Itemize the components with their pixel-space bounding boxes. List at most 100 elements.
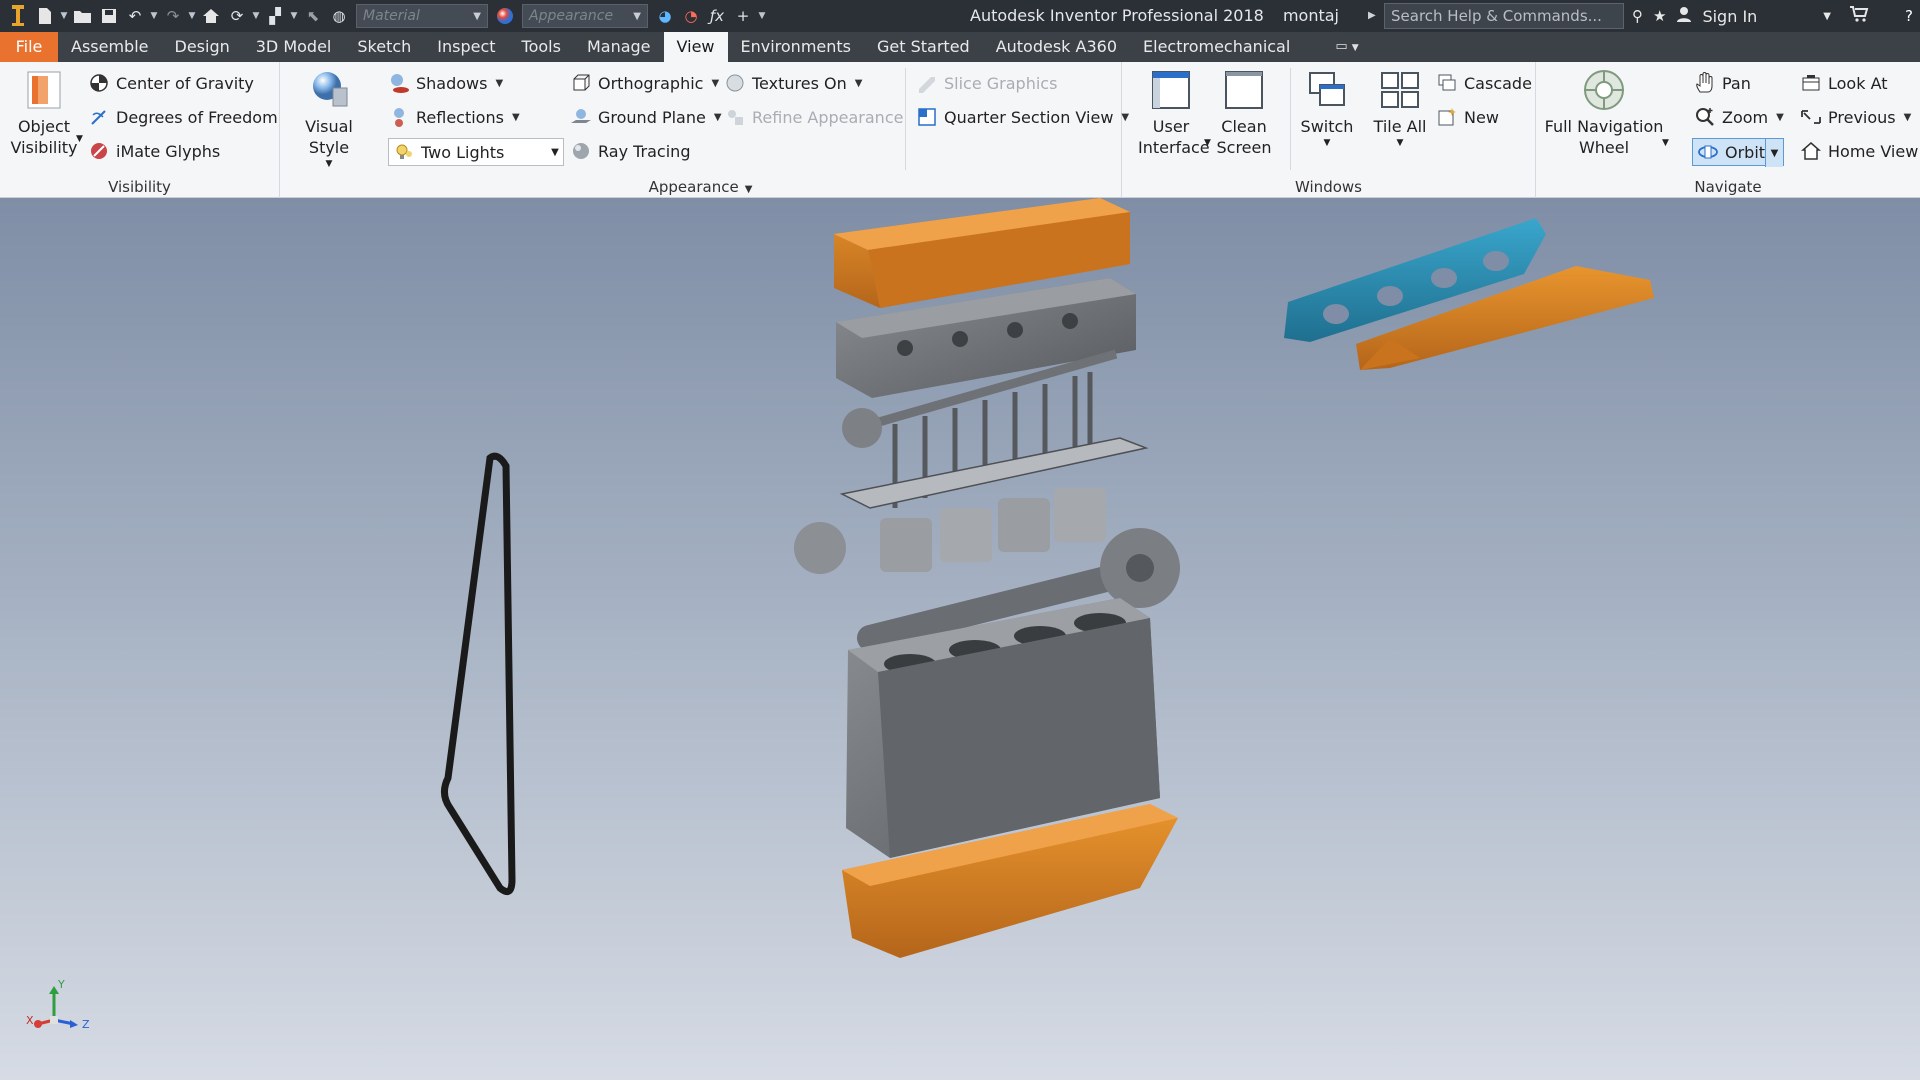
chevron-down-icon[interactable]: ▼ (58, 11, 70, 21)
quarter-section-view-label: Quarter Section View (944, 107, 1114, 127)
chevron-down-icon[interactable]: ▼ (1204, 138, 1211, 148)
graphics-viewport[interactable]: X Y Z (0, 198, 1920, 1080)
reflections-button[interactable]: Reflections ▼ (388, 102, 520, 132)
lighting-style-select[interactable]: Two Lights ▼ (388, 138, 564, 166)
tab-sketch[interactable]: Sketch (344, 32, 424, 62)
tile-all-button[interactable]: Tile All ▼ (1368, 68, 1432, 149)
previous-view-label: Previous (1828, 107, 1896, 127)
full-navigation-wheel-label-2: Wheel (1578, 138, 1630, 157)
tab-design[interactable]: Design (162, 32, 243, 62)
panel-visibility: Object Visibility ▼ Center of Gravity De… (0, 62, 280, 198)
chevron-down-icon[interactable]: ▼ (1823, 11, 1831, 22)
ground-plane-button[interactable]: Ground Plane ▼ (570, 102, 722, 132)
pan-button[interactable]: Pan (1694, 68, 1751, 98)
user-interface-button[interactable]: User Interface (1138, 68, 1210, 158)
save-icon[interactable] (96, 3, 122, 29)
switch-button[interactable]: Switch ▼ (1294, 68, 1360, 149)
update-icon[interactable]: ⟳ (224, 3, 250, 29)
star-icon[interactable]: ★ (1653, 7, 1666, 25)
chevron-down-icon[interactable]: ▼ (1765, 139, 1783, 167)
panel-label-appearance[interactable]: Appearance ▼ (280, 178, 1121, 196)
zoom-button[interactable]: Zoom ▼ (1694, 102, 1784, 132)
tab-electromechanical[interactable]: Electromechanical (1130, 32, 1303, 62)
appearance-sphere-icon[interactable] (492, 3, 518, 29)
imate-glyphs-button[interactable]: iMate Glyphs (88, 136, 220, 166)
parameters-fx-icon[interactable]: ƒx (704, 3, 730, 29)
chevron-down-icon[interactable]: ▼ (76, 134, 83, 144)
quarter-section-view-button[interactable]: Quarter Section View ▼ (916, 102, 1129, 132)
slice-graphics-button[interactable]: Slice Graphics (916, 68, 1057, 98)
chevron-right-icon[interactable]: ▶ (1368, 0, 1376, 32)
refine-appearance-button[interactable]: Refine Appearance (724, 102, 903, 132)
cascade-label: Cascade (1464, 73, 1532, 93)
adjust-appearance-icon[interactable]: ◕ (652, 3, 678, 29)
orthographic-button[interactable]: Orthographic ▼ (570, 68, 719, 98)
full-navigation-wheel-button[interactable]: Full Navigation Wheel (1542, 68, 1666, 158)
orbit-button[interactable]: Orbit ▼ (1692, 138, 1784, 167)
textures-icon (724, 72, 746, 94)
binoculars-icon[interactable]: ⚲ (1632, 7, 1643, 25)
previous-view-button[interactable]: Previous ▼ (1800, 102, 1911, 132)
chevron-down-icon[interactable]: ▼ (250, 11, 262, 21)
redo-icon[interactable]: ↷ (160, 3, 186, 29)
tab-get-started[interactable]: Get Started (864, 32, 983, 62)
chevron-down-icon[interactable]: ▼ (148, 11, 160, 21)
title-bar: ▼ ↶ ▼ ↷ ▼ ⟳ ▼ ▞ ▼ ⬉ ◍ Material ▼ Appeara… (0, 0, 1920, 32)
chevron-down-icon[interactable]: ▼ (1662, 138, 1669, 148)
tab-file[interactable]: File (0, 32, 58, 62)
tab-environments[interactable]: Environments (728, 32, 865, 62)
orbit-icon (1697, 141, 1719, 163)
object-visibility-button[interactable]: Object Visibility (8, 68, 80, 158)
view-triad[interactable]: X Y Z (24, 978, 104, 1038)
material-select[interactable]: Material ▼ (356, 4, 488, 28)
textures-on-button[interactable]: Textures On ▼ (724, 68, 862, 98)
help-icon[interactable]: ? (1905, 7, 1913, 25)
orthographic-icon (570, 72, 592, 94)
look-at-button[interactable]: Look At (1800, 68, 1888, 98)
home-icon[interactable] (198, 3, 224, 29)
new-file-icon[interactable] (32, 3, 58, 29)
user-icon[interactable] (1676, 6, 1692, 26)
home-view-button[interactable]: Home View (1800, 136, 1918, 166)
cart-icon[interactable] (1849, 5, 1869, 27)
slice-graphics-icon (916, 72, 938, 94)
center-of-gravity-button[interactable]: Center of Gravity (88, 68, 254, 98)
clear-appearance-icon[interactable]: ◔ (678, 3, 704, 29)
chevron-down-icon[interactable]: ▼ (288, 11, 300, 21)
search-input[interactable]: Search Help & Commands... (1384, 3, 1624, 29)
chevron-down-icon: ▼ (713, 111, 722, 123)
globe-icon[interactable]: ◍ (326, 3, 352, 29)
sign-in-link[interactable]: Sign In (1702, 7, 1757, 26)
cascade-button[interactable]: Cascade (1436, 68, 1532, 98)
orbit-label: Orbit (1725, 142, 1766, 162)
clean-screen-label-1: Clean (1221, 117, 1267, 136)
tile-all-icon (1378, 68, 1422, 112)
undo-icon[interactable]: ↶ (122, 3, 148, 29)
drive-belt[interactable] (441, 452, 516, 896)
ribbon-display-toggle[interactable]: ▭ ▼ (1327, 32, 1366, 62)
open-folder-icon[interactable] (70, 3, 96, 29)
plus-icon[interactable]: + (730, 3, 756, 29)
chevron-down-icon: ▼ (495, 77, 504, 89)
tab-tools[interactable]: Tools (509, 32, 574, 62)
clean-screen-button[interactable]: Clean Screen (1212, 68, 1276, 158)
inventor-logo-icon[interactable] (4, 3, 32, 29)
triad-x-label: X (26, 1014, 34, 1027)
new-window-button[interactable]: New (1436, 102, 1499, 132)
chevron-down-icon[interactable]: ▼ (756, 11, 768, 21)
chevron-down-icon[interactable]: ▼ (186, 11, 198, 21)
tab-3d-model[interactable]: 3D Model (243, 32, 345, 62)
appearance-select[interactable]: Appearance ▼ (522, 4, 648, 28)
pointer-icon[interactable]: ⬉ (300, 3, 326, 29)
tab-autodesk-a360[interactable]: Autodesk A360 (983, 32, 1130, 62)
ray-tracing-button[interactable]: Ray Tracing (570, 136, 690, 166)
select-mode-icon[interactable]: ▞ (262, 3, 288, 29)
tab-inspect[interactable]: Inspect (424, 32, 508, 62)
tab-view[interactable]: View (663, 32, 728, 62)
tab-assemble[interactable]: Assemble (58, 32, 162, 62)
engine-assembly-model[interactable] (0, 198, 1920, 1080)
tab-manage[interactable]: Manage (574, 32, 664, 62)
visual-style-button[interactable]: Visual Style ▼ (288, 68, 370, 170)
degrees-of-freedom-button[interactable]: Degrees of Freedom (88, 102, 278, 132)
shadows-button[interactable]: Shadows ▼ (388, 68, 503, 98)
